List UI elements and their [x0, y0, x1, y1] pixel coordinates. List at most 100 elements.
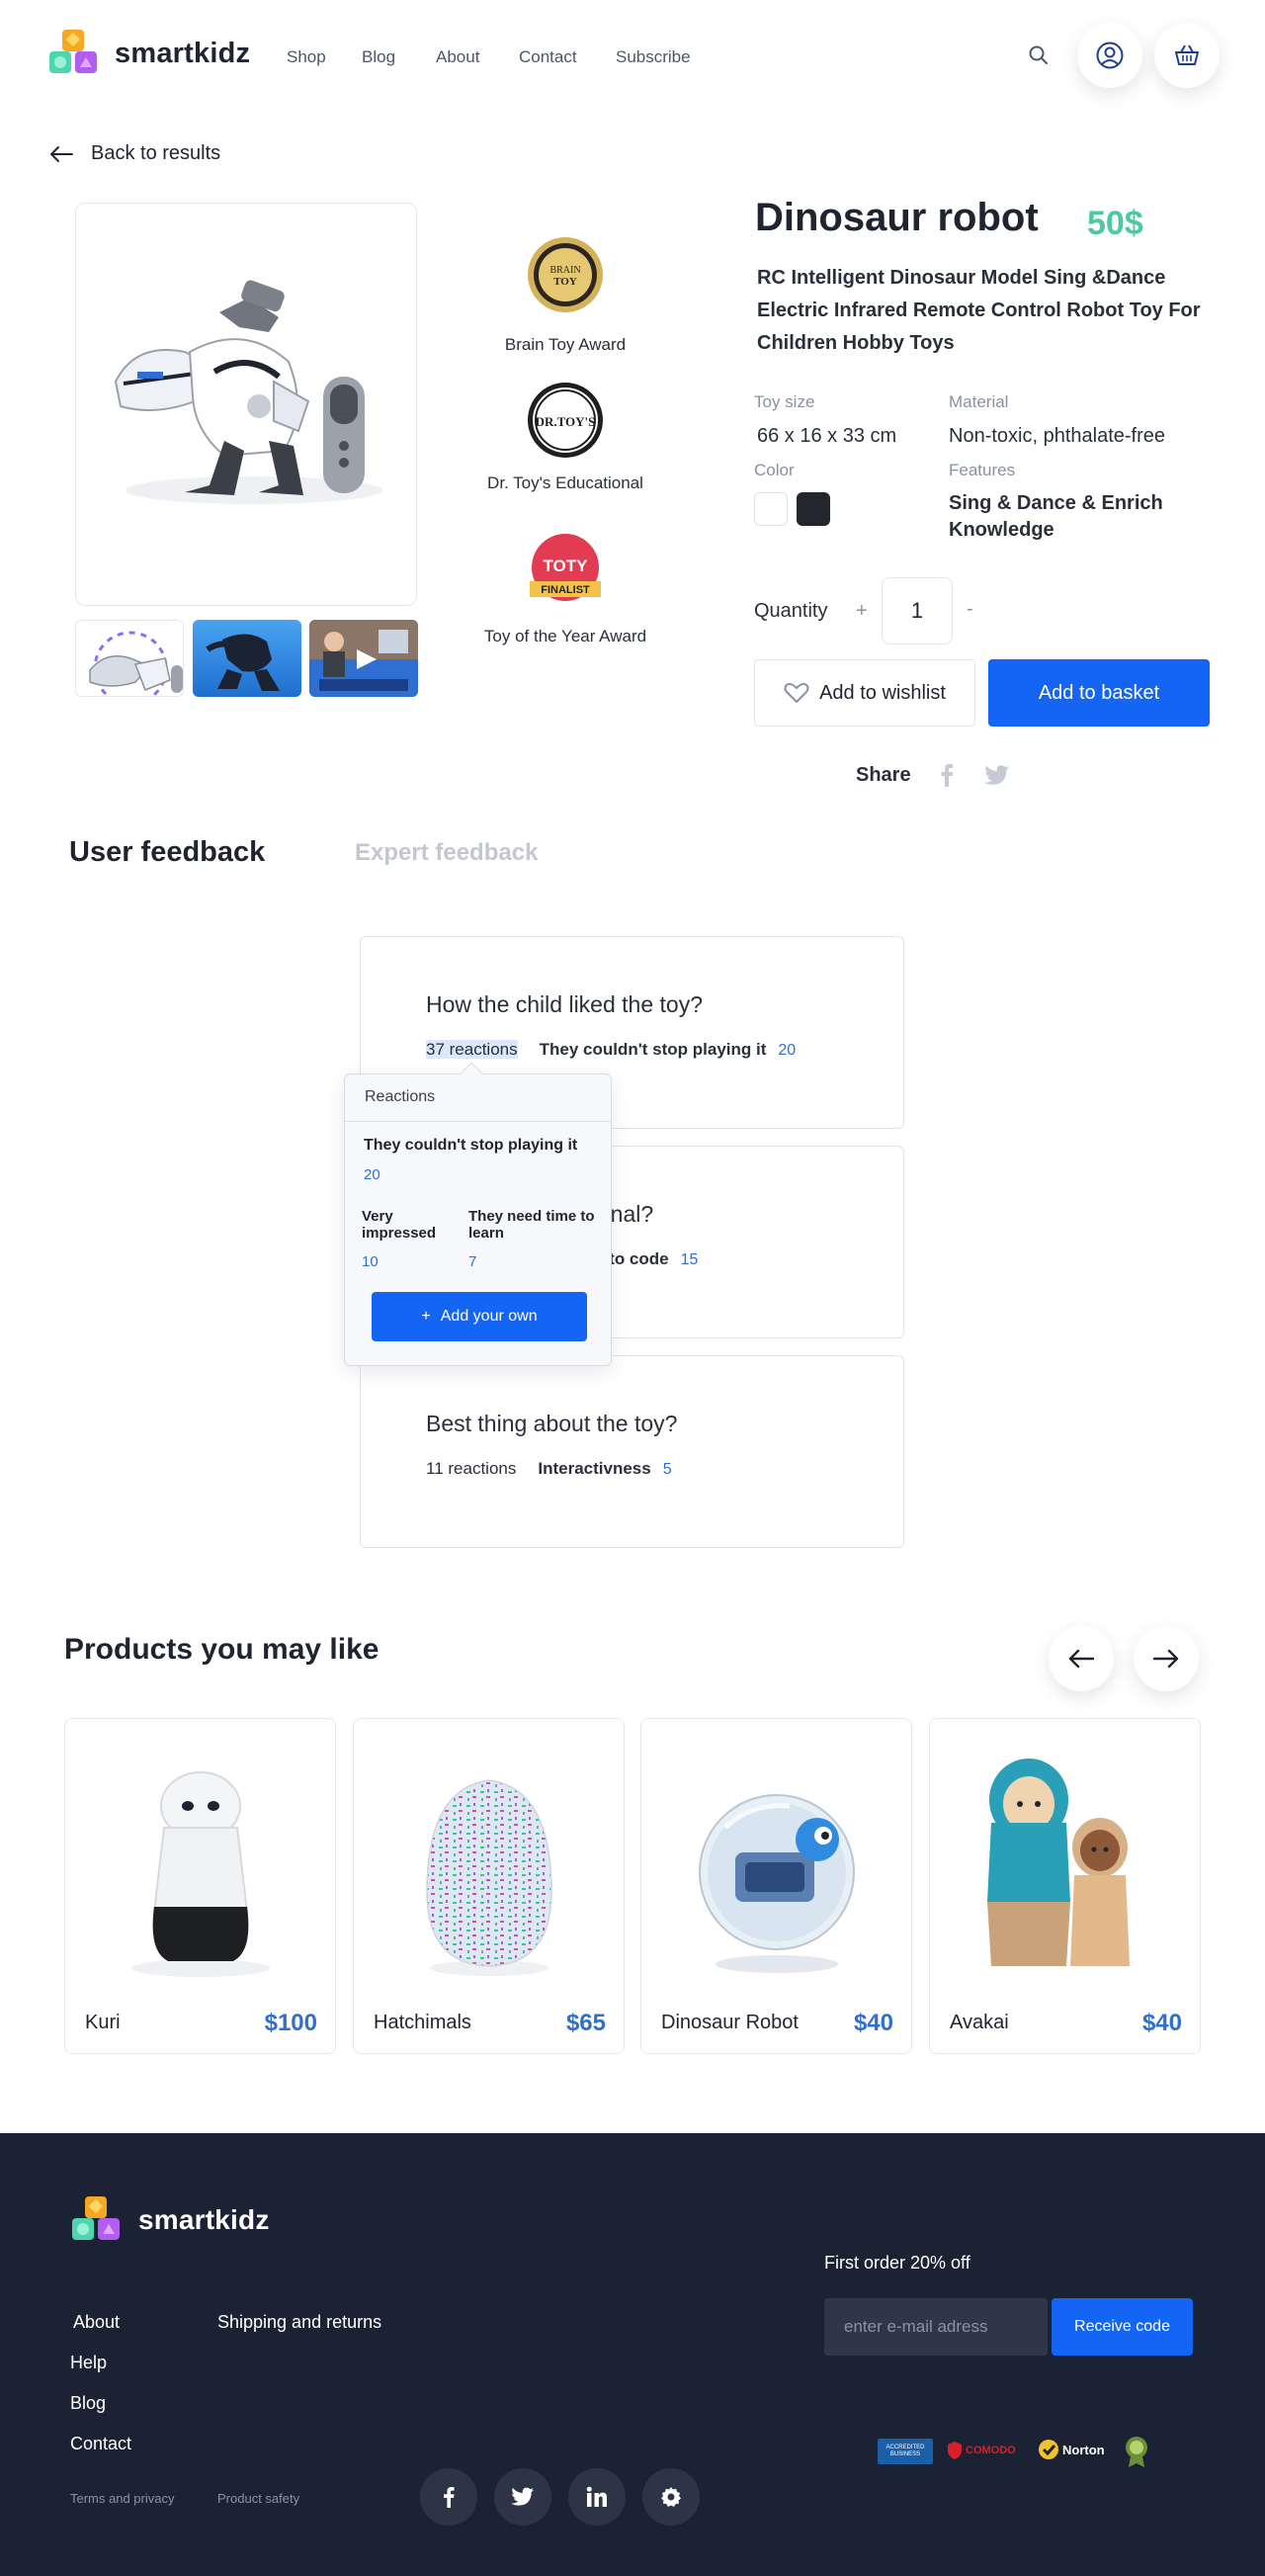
- popover-title: Reactions: [365, 1088, 436, 1105]
- toy-size-value: 66 x 16 x 33 cm: [757, 425, 897, 447]
- toy-size-label: Toy size: [754, 392, 815, 411]
- color-label: Color: [754, 461, 795, 479]
- comodo-badge: COMODO: [947, 2441, 1016, 2460]
- tab-expert-feedback[interactable]: Expert feedback: [355, 839, 538, 867]
- trust-seal-badge: [1124, 2435, 1149, 2468]
- features-value: Sing & Dance & Enrich Knowledge: [949, 492, 1163, 541]
- product-name: Hatchimals: [374, 2012, 471, 2033]
- heart-icon: [784, 683, 809, 703]
- brain-toy-award-badge: BRAIN TOY: [526, 235, 605, 314]
- question-card-best-thing[interactable]: Best thing about the toy? 11 reactions In…: [360, 1355, 904, 1548]
- user-icon: [1096, 42, 1124, 69]
- footer-link-shipping[interactable]: Shipping and returns: [217, 2312, 381, 2333]
- settings-button[interactable]: [642, 2468, 700, 2526]
- linkedin-button[interactable]: [568, 2468, 626, 2526]
- reaction-count: 7: [468, 1253, 477, 1270]
- footer-logo-icon[interactable]: [72, 2196, 122, 2244]
- accredited-business-badge: ACCREDITED BUSINESS: [878, 2439, 933, 2464]
- nav-blog[interactable]: Blog: [362, 47, 395, 67]
- brand-name[interactable]: smartkidz: [115, 38, 250, 70]
- quantity-increase-button[interactable]: +: [856, 600, 868, 623]
- award-label-dr-toys: Dr. Toy's Educational: [487, 473, 643, 492]
- sphero-ball-image: [699, 1794, 855, 1973]
- nav-contact[interactable]: Contact: [519, 47, 577, 67]
- back-link[interactable]: Back to results: [49, 142, 220, 165]
- related-products-title: Products you may like: [64, 1633, 380, 1666]
- facebook-share-icon[interactable]: [939, 763, 955, 787]
- twitter-icon: [511, 2487, 535, 2506]
- thumbnail-2[interactable]: [193, 620, 301, 697]
- logo-icon[interactable]: [49, 30, 99, 77]
- footer-link-blog[interactable]: Blog: [70, 2393, 106, 2414]
- twitter-share-icon[interactable]: [984, 765, 1010, 786]
- question-title: Best thing about the toy?: [426, 1411, 678, 1436]
- footer-link-safety[interactable]: Product safety: [217, 2491, 299, 2506]
- carousel-prev-button[interactable]: [1049, 1626, 1114, 1691]
- receive-code-button[interactable]: Receive code: [1052, 2298, 1193, 2356]
- nav-shop[interactable]: Shop: [287, 47, 326, 67]
- add-to-basket-button[interactable]: Add to basket: [988, 659, 1210, 727]
- top-reaction: Interactivness: [538, 1459, 651, 1478]
- footer-link-help[interactable]: Help: [70, 2353, 107, 2373]
- features-label: Features: [949, 461, 1016, 479]
- product-main-image[interactable]: [75, 203, 417, 606]
- dr-toys-award-badge: DR.TOY'S: [526, 381, 605, 460]
- award-label-toty: Toy of the Year Award: [483, 627, 647, 645]
- toy-of-the-year-badge: TOTY FINALIST: [524, 534, 607, 607]
- material-value: Non-toxic, phthalate-free: [949, 425, 1166, 447]
- product-card[interactable]: Kuri $100: [64, 1718, 336, 2054]
- wishlist-label: Add to wishlist: [819, 681, 946, 704]
- add-reaction-button[interactable]: + Add your own: [372, 1292, 587, 1341]
- nav-about[interactable]: About: [436, 47, 479, 67]
- search-icon[interactable]: [1028, 44, 1050, 66]
- promo-text: First order 20% off: [824, 2253, 970, 2273]
- reactions-count-link[interactable]: 11 reactions: [426, 1459, 516, 1478]
- tab-user-feedback[interactable]: User feedback: [69, 836, 265, 869]
- quantity-label: Quantity: [754, 600, 828, 622]
- top-reaction: They couldn't stop playing it: [539, 1040, 767, 1059]
- hatchimals-egg-image: [426, 1779, 552, 1976]
- reaction-label[interactable]: They need time to learn: [468, 1208, 597, 1242]
- add-to-wishlist-button[interactable]: Add to wishlist: [754, 659, 975, 727]
- material-label: Material: [949, 392, 1009, 411]
- reactions-count-link[interactable]: 37 reactions: [426, 1040, 518, 1059]
- color-swatch-white[interactable]: [754, 492, 788, 526]
- basket-button[interactable]: [1154, 23, 1220, 88]
- add-reaction-label: Add your own: [440, 1308, 538, 1325]
- product-card[interactable]: Hatchimals $65: [353, 1718, 625, 2054]
- thumbnail-video[interactable]: [309, 620, 418, 697]
- thumbnail-1[interactable]: [75, 620, 184, 697]
- product-title: Dinosaur robot: [755, 196, 1039, 239]
- divider: [345, 1121, 611, 1122]
- footer-link-about[interactable]: About: [73, 2312, 120, 2333]
- question-meta: 11 reactions Interactivness 5: [426, 1459, 672, 1479]
- dinosaur-robot-image: [114, 280, 382, 504]
- product-card[interactable]: Dinosaur Robot $40: [640, 1718, 912, 2054]
- account-button[interactable]: [1077, 23, 1142, 88]
- norton-badge: Norton: [1038, 2439, 1105, 2460]
- email-input[interactable]: [824, 2298, 1048, 2356]
- product-subtitle: RC Intelligent Dinosaur Model Sing &Danc…: [757, 267, 1201, 354]
- carousel-next-button[interactable]: [1134, 1626, 1199, 1691]
- product-price: 50$: [1087, 205, 1143, 242]
- question-title: How the child liked the toy?: [426, 991, 703, 1017]
- facebook-button[interactable]: [420, 2468, 477, 2526]
- svg-text:TOTY: TOTY: [543, 557, 588, 575]
- arrow-right-icon: [1153, 1649, 1179, 1669]
- svg-text:BRAIN: BRAIN: [549, 265, 580, 276]
- reaction-label[interactable]: Very impressed: [362, 1208, 451, 1242]
- question-meta: 37 reactions They couldn't stop playing i…: [426, 1040, 796, 1060]
- kuri-robot-image: [131, 1771, 270, 1977]
- nav-subscribe[interactable]: Subscribe: [616, 47, 691, 67]
- quantity-decrease-button[interactable]: -: [967, 598, 973, 621]
- reaction-main-label[interactable]: They couldn't stop playing it: [364, 1137, 577, 1155]
- twitter-button[interactable]: [494, 2468, 551, 2526]
- quantity-input[interactable]: 1: [882, 577, 953, 644]
- footer-brand-name[interactable]: smartkidz: [138, 2204, 270, 2236]
- product-card[interactable]: Avakai $40: [929, 1718, 1201, 2054]
- color-swatch-black[interactable]: [797, 492, 830, 526]
- footer-link-terms[interactable]: Terms and privacy: [70, 2491, 174, 2506]
- footer-link-contact[interactable]: Contact: [70, 2434, 131, 2454]
- svg-text:TOY: TOY: [553, 276, 577, 288]
- product-price: $100: [264, 2010, 317, 2036]
